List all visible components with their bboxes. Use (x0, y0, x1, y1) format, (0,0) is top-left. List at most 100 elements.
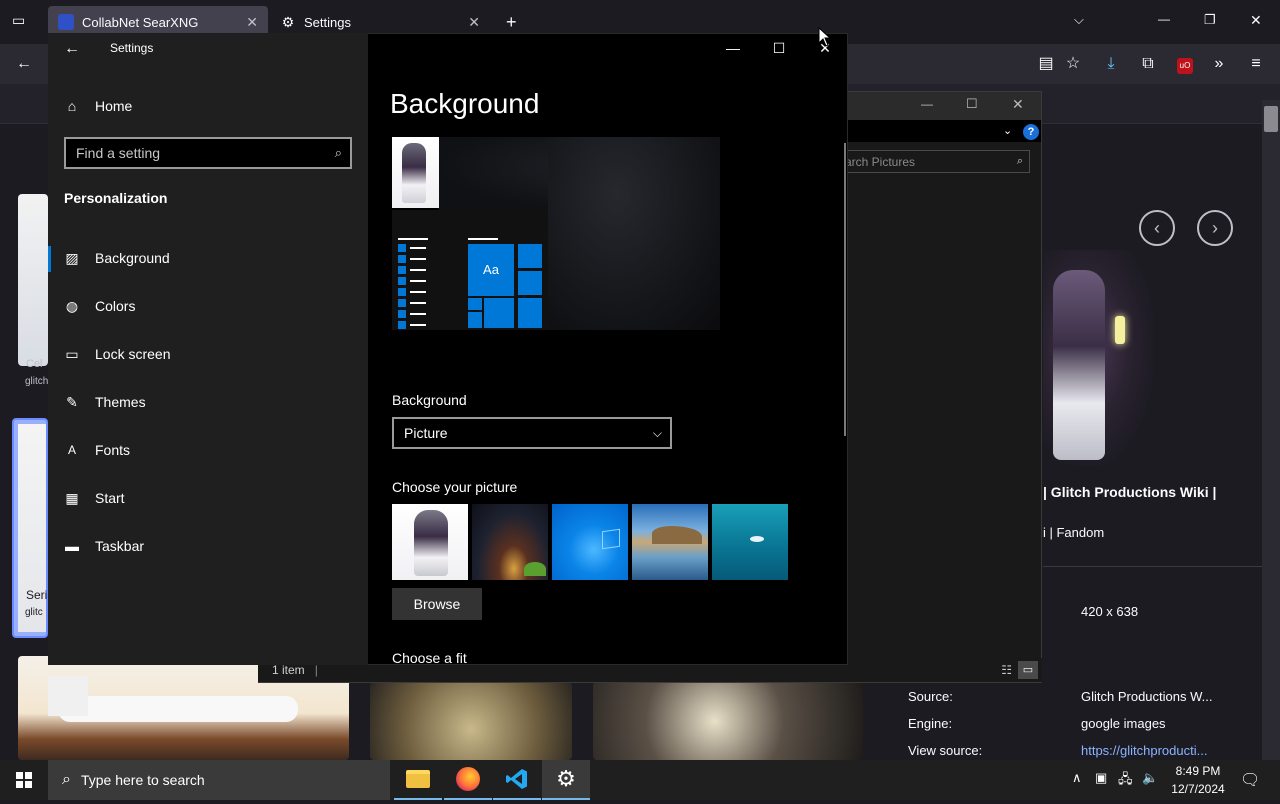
choose-fit-label: Choose a fit (392, 650, 467, 665)
nav-start[interactable]: ▦ Start (48, 474, 368, 522)
settings-minimize-button[interactable]: — (723, 38, 743, 58)
nav-background[interactable]: ▨ Background (48, 234, 368, 282)
chevron-down-icon: ⌵ (652, 425, 662, 440)
gear-icon: ⚙ (556, 766, 576, 791)
browse-button[interactable]: Browse (392, 588, 482, 620)
ublock-icon[interactable]: uO (1177, 58, 1193, 74)
settings-window-title: Settings (110, 41, 154, 55)
browser-minimize-button[interactable]: — (1158, 12, 1170, 26)
reader-view-icon[interactable]: ▤ (1036, 54, 1056, 74)
picture-option[interactable] (392, 504, 468, 580)
next-image-button[interactable]: › (1197, 210, 1233, 246)
network-icon[interactable]: 🖧 (1118, 770, 1133, 792)
search-icon: ⌕ (334, 145, 342, 160)
picture-option[interactable] (552, 504, 628, 580)
new-tab-button[interactable]: + (506, 12, 517, 33)
result-thumbnail-selected[interactable] (12, 418, 48, 638)
find-setting-input[interactable]: Find a setting ⌕ (64, 137, 352, 169)
download-icon[interactable]: ⤓ (1101, 54, 1121, 74)
meta-row: Engine: google images (908, 716, 1166, 731)
taskbar-clock[interactable]: 8:49 PM 12/7/2024 (1160, 762, 1236, 798)
picture-option[interactable] (712, 504, 788, 580)
explorer-maximize-button[interactable]: ☐ (966, 96, 978, 112)
picture-option[interactable] (472, 504, 548, 580)
detail-image (1043, 250, 1153, 465)
nav-home[interactable]: ⌂ Home (48, 82, 368, 130)
bookmark-star-icon[interactable]: ☆ (1063, 54, 1083, 74)
result-title: Seri (26, 588, 48, 602)
taskbar-search-box[interactable]: ⌕ Type here to search (48, 760, 390, 800)
themes-icon: ✎ (66, 393, 78, 410)
details-view-icon[interactable]: ☷ (1001, 663, 1012, 677)
page-title: Background (390, 88, 540, 119)
large-icons-view-icon[interactable]: ▭ (1018, 661, 1038, 679)
taskbar-icon: ▬ (65, 538, 79, 554)
meta-row: Source: Glitch Productions W... (908, 689, 1213, 704)
image-dimensions: 420 x 638 (1081, 604, 1139, 619)
section-heading: Personalization (64, 190, 168, 206)
tab-label: Settings (304, 14, 351, 30)
background-type-label: Background (392, 392, 467, 408)
taskbar-vscode[interactable] (493, 760, 541, 800)
nav-colors[interactable]: ◍ Colors (48, 282, 368, 330)
nav-themes[interactable]: ✎ Themes (48, 378, 368, 426)
chevron-down-icon[interactable]: ⌵ (1074, 12, 1084, 28)
start-icon: ▦ (65, 489, 79, 506)
back-arrow-icon[interactable]: ← (64, 40, 80, 58)
search-icon: ⌕ (62, 771, 71, 788)
taskbar-firefox[interactable] (444, 760, 492, 800)
hamburger-menu-icon[interactable]: ≡ (1246, 54, 1266, 74)
nav-lock-screen[interactable]: ▭ Lock screen (48, 330, 368, 378)
windows-start-icon[interactable] (0, 760, 48, 800)
picture-option[interactable] (632, 504, 708, 580)
nav-taskbar[interactable]: ▬ Taskbar (48, 522, 368, 570)
result-thumbnail-character[interactable] (593, 682, 863, 760)
chevron-down-icon[interactable]: ⌄ (1003, 124, 1012, 137)
tray-app-icon[interactable]: ▣ (1095, 770, 1107, 786)
choose-picture-label: Choose your picture (392, 479, 518, 495)
detail-subtitle: i | Fandom (1043, 525, 1105, 540)
extensions-icon[interactable]: ⧉ (1138, 54, 1158, 74)
content-scrollbar[interactable] (844, 143, 846, 436)
help-icon[interactable]: ? (1023, 124, 1039, 140)
view-source-link[interactable]: https://glitchproducti... (1081, 743, 1221, 758)
picture-icon: ▨ (65, 249, 79, 266)
home-icon: ⌂ (67, 98, 77, 114)
preview-lockscreen-image (392, 137, 439, 208)
tab-list-icon[interactable]: ▭ (12, 12, 30, 30)
detail-title[interactable]: | Glitch Productions Wiki | (1043, 484, 1216, 500)
lock-screen-icon: ▭ (65, 345, 79, 362)
gear-icon: ⚙ (281, 14, 295, 30)
notifications-icon[interactable]: 🗨 (1240, 770, 1260, 790)
explorer-close-button[interactable]: ✕ (1012, 96, 1024, 113)
taskbar-settings[interactable]: ⚙ (542, 760, 590, 800)
tab-close-icon[interactable]: ✕ (246, 14, 258, 31)
previous-image-button[interactable]: ‹ (1139, 210, 1175, 246)
background-type-select[interactable]: Picture ⌵ (392, 417, 672, 449)
result-title: Cel (26, 358, 43, 370)
show-hidden-icons-icon[interactable]: ∧ (1072, 770, 1082, 786)
page-scrollbar-track[interactable] (1262, 100, 1280, 760)
browser-restore-button[interactable]: ❐ (1204, 12, 1216, 28)
page-scrollbar-thumb[interactable] (1264, 106, 1278, 132)
settings-maximize-button[interactable]: ☐ (769, 38, 789, 58)
tab-close-icon[interactable]: ✕ (468, 14, 480, 31)
folder-icon (406, 770, 430, 788)
result-thumbnail[interactable] (18, 194, 48, 366)
nav-fonts[interactable]: A Fonts (48, 426, 368, 474)
firefox-icon (456, 767, 480, 791)
taskbar-file-explorer[interactable] (394, 760, 442, 800)
fonts-icon: A (67, 443, 76, 457)
palette-icon: ◍ (65, 297, 79, 314)
tab-label: CollabNet SearXNG (82, 14, 199, 30)
explorer-minimize-button[interactable]: — (921, 97, 933, 111)
result-thumbnail-armor[interactable] (370, 682, 572, 760)
vscode-icon (506, 769, 527, 789)
explorer-search-input[interactable]: arch Pictures ⌕ (838, 150, 1030, 173)
overflow-chevrons-icon[interactable]: » (1209, 54, 1229, 74)
volume-muted-icon[interactable]: 🔈 (1142, 770, 1158, 786)
result-source: glitc (25, 607, 43, 618)
back-arrow-icon[interactable]: ← (14, 54, 34, 74)
result-source: glitch (25, 376, 49, 387)
browser-close-button[interactable]: ✕ (1250, 12, 1262, 29)
